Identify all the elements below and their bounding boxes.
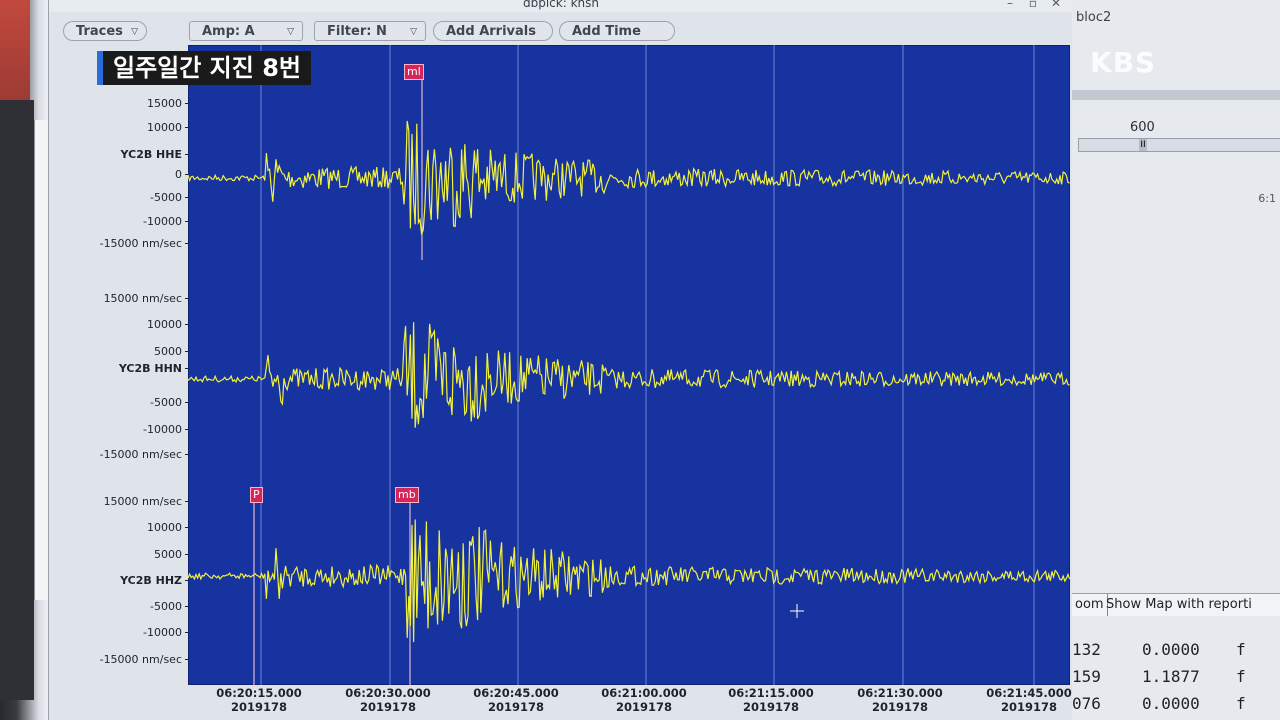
y-tick: 15000 nm/sec [103,292,191,305]
amplitude-axis-column: 15000 10000 YC2B HHE 0 -5000 -10000 -150… [52,44,191,684]
side-window-title: bloc2 [1076,10,1112,25]
waveform-trace-yc2b-hhz [188,519,1070,643]
traces-menu-button[interactable]: Traces ▽ [63,21,147,41]
seismogram-svg [188,45,1070,685]
y-tick: -10000 [143,626,190,639]
y-tick: 0 [175,168,190,181]
close-icon[interactable]: ✕ [1051,0,1061,12]
add-time-mark-button[interactable]: Add Time Mrk [559,21,675,59]
y-tick: 15000 nm/sec [103,495,191,508]
y-tick: -10000 [143,215,190,228]
waveform-trace-yc2b-hhn [188,322,1070,428]
y-tick: 10000 [147,121,190,134]
list-item[interactable]: 159 1.1877 f [1072,663,1280,689]
y-tick: -5000 [150,600,190,613]
news-caption: 일주일간 지진 8번 [97,51,311,85]
filter-select[interactable]: Filter: N ▽ [314,21,426,41]
time-tick: 06:20:30.000 2019178 [345,686,431,714]
y-tick: 15000 [147,97,190,110]
time-tick: 06:21:45.000 2019178 [986,686,1072,714]
monitor-left-edge [0,0,49,720]
y-tick: 5000 [154,548,190,561]
y-tick: -10000 [143,423,190,436]
list-item[interactable]: 132 0.0000 f [1072,636,1280,662]
maximize-icon[interactable]: ▫ [1029,0,1037,12]
y-tick: 10000 [147,318,190,331]
channel-label-hhn: YC2B HHN [118,362,191,375]
y-tick: -15000 nm/sec [99,237,191,250]
channel-label-hhz: YC2B HHZ [120,574,190,587]
background-window-right: bloc2 600 II 6:1 oom Show Map with repor… [1072,0,1280,720]
waveform-trace-yc2b-hhe [188,120,1070,235]
time-tick: 06:21:30.000 2019178 [857,686,943,714]
window-title: dbpick: knsn [522,0,599,10]
side-divider [1072,90,1280,100]
ml-arrival-marker[interactable]: ml [404,64,424,80]
time-tick: 06:20:45.000 2019178 [473,686,559,714]
amp-label: Amp: A [202,24,255,39]
zoom-button[interactable]: oom [1072,594,1108,616]
bezel-dark [0,100,34,700]
list-item[interactable]: 076 0.0000 f [1072,690,1280,716]
minimize-icon[interactable]: – [1007,0,1013,12]
channel-label-hhe: YC2B HHE [120,148,191,161]
slider-thumb[interactable]: II [1139,139,1147,151]
y-tick: -15000 nm/sec [99,653,191,666]
y-tick: -5000 [150,396,190,409]
y-tick: -5000 [150,191,190,204]
chevron-down-icon: ▽ [410,27,417,37]
y-tick: 5000 [154,345,190,358]
y-tick: 10000 [147,521,190,534]
time-tick: 06:20:15.000 2019178 [216,686,302,714]
add-arrivals-button[interactable]: Add Arrivals [433,21,553,41]
bezel-red-strip [0,0,30,100]
side-slider-value: 600 [1130,120,1155,135]
chevron-down-icon: ▽ [131,27,138,37]
side-slider[interactable]: II [1078,138,1280,152]
amp-select[interactable]: Amp: A ▽ [189,21,303,41]
filter-label: Filter: N [327,24,387,39]
window-titlebar: dbpick: knsn – ▫ ✕ [49,0,1073,12]
y-tick: -15000 nm/sec [99,448,191,461]
traces-label: Traces [76,24,123,39]
side-button-bar: oom Show Map with reporti [1072,593,1280,616]
seismogram-plot[interactable] [188,45,1070,685]
time-tick: 06:21:00.000 2019178 [601,686,687,714]
show-map-button[interactable]: Show Map with reporti [1106,594,1252,616]
p-arrival-marker[interactable]: P [250,487,263,503]
background-window-edge [34,120,49,600]
broadcaster-logo: KBS [1090,46,1157,79]
mb-arrival-marker[interactable]: mb [395,487,419,503]
side-small-text: 6:1 [1258,192,1276,205]
time-tick: 06:21:15.000 2019178 [728,686,814,714]
chevron-down-icon: ▽ [287,27,294,37]
